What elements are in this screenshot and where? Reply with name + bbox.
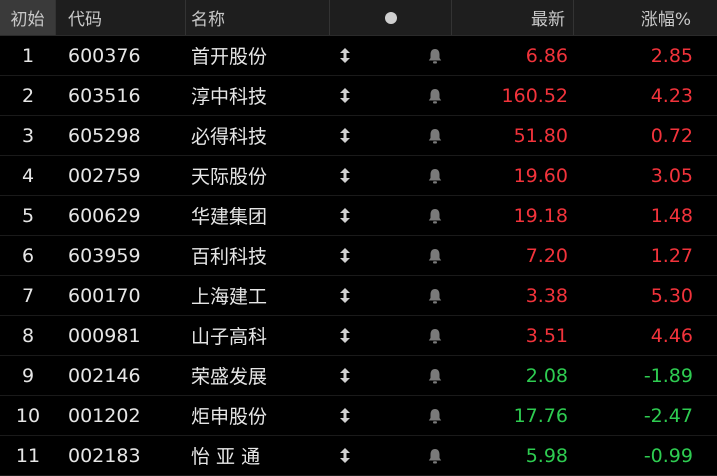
- sort-updown-icon[interactable]: [330, 116, 360, 155]
- row-price: 51.80: [513, 124, 568, 147]
- header-pct[interactable]: 涨幅%: [574, 0, 717, 35]
- row-index: 10: [15, 404, 41, 427]
- row-name: 怡 亚 通: [191, 446, 261, 468]
- table-header: 初始 代码 名称 最新 涨幅%: [0, 0, 717, 36]
- row-code: 001202: [68, 404, 141, 427]
- row-pct: 4.23: [650, 84, 693, 107]
- row-pct: 2.85: [650, 44, 693, 67]
- table-row[interactable]: 7 600170 上海建工 3.38 5.30: [0, 276, 717, 316]
- sort-updown-icon[interactable]: [330, 156, 360, 195]
- row-code: 002759: [68, 164, 141, 187]
- row-code: 605298: [68, 124, 141, 147]
- row-index: 2: [21, 84, 35, 107]
- row-price: 19.60: [513, 164, 568, 187]
- header-price[interactable]: 最新: [452, 0, 574, 35]
- row-name: 山子高科: [191, 326, 268, 348]
- row-name: 首开股份: [191, 46, 268, 68]
- row-name: 天际股份: [191, 166, 268, 188]
- sort-updown-icon[interactable]: [330, 356, 360, 395]
- row-pct: 3.05: [650, 164, 693, 187]
- bell-icon[interactable]: [420, 76, 450, 115]
- table-row[interactable]: 11 002183 怡 亚 通 5.98 -0.99: [0, 436, 717, 476]
- row-code: 002183: [68, 444, 141, 467]
- row-index: 9: [21, 364, 35, 387]
- table-row[interactable]: 6 603959 百利科技 7.20 1.27: [0, 236, 717, 276]
- table-row[interactable]: 8 000981 山子高科 3.51 4.46: [0, 316, 717, 356]
- row-pct: -0.99: [643, 444, 693, 467]
- row-index: 6: [21, 244, 35, 267]
- row-index: 8: [21, 324, 35, 347]
- table-row[interactable]: 4 002759 天际股份 19.60 3.05: [0, 156, 717, 196]
- bell-icon[interactable]: [420, 156, 450, 195]
- row-pct: -2.47: [643, 404, 693, 427]
- sort-updown-icon[interactable]: [330, 316, 360, 355]
- row-pct: 0.72: [650, 124, 693, 147]
- row-index: 11: [15, 444, 41, 467]
- row-price: 7.20: [525, 244, 568, 267]
- bell-icon[interactable]: [420, 36, 450, 75]
- bell-icon[interactable]: [420, 276, 450, 315]
- header-name[interactable]: 名称: [186, 0, 330, 35]
- sort-updown-icon[interactable]: [330, 76, 360, 115]
- row-price: 3.38: [525, 284, 568, 307]
- row-pct: -1.89: [643, 364, 693, 387]
- row-price: 5.98: [525, 444, 568, 467]
- table-row[interactable]: 3 605298 必得科技 51.80 0.72: [0, 116, 717, 156]
- stock-table: 初始 代码 名称 最新 涨幅% 1 600376 首开股份 6.86 2.85 …: [0, 0, 717, 476]
- row-index: 1: [21, 44, 35, 67]
- row-name: 百利科技: [191, 246, 268, 268]
- sort-updown-icon[interactable]: [330, 36, 360, 75]
- row-price: 160.52: [501, 84, 568, 107]
- sort-updown-icon[interactable]: [330, 436, 360, 475]
- bell-icon[interactable]: [420, 116, 450, 155]
- bell-icon[interactable]: [420, 236, 450, 275]
- table-row[interactable]: 9 002146 荣盛发展 2.08 -1.89: [0, 356, 717, 396]
- row-price: 6.86: [525, 44, 568, 67]
- table-body: 1 600376 首开股份 6.86 2.85 2 603516 淳中科技 16…: [0, 36, 717, 476]
- sort-updown-icon[interactable]: [330, 196, 360, 235]
- sort-updown-icon[interactable]: [330, 236, 360, 275]
- row-name: 必得科技: [191, 126, 268, 148]
- header-index[interactable]: 初始: [0, 0, 56, 35]
- row-price: 19.18: [513, 204, 568, 227]
- sort-updown-icon[interactable]: [330, 396, 360, 435]
- row-pct: 1.48: [650, 204, 693, 227]
- row-name: 淳中科技: [191, 86, 268, 108]
- bell-icon[interactable]: [420, 356, 450, 395]
- row-index: 3: [21, 124, 35, 147]
- row-code: 600376: [68, 44, 141, 67]
- dot-icon: [384, 11, 397, 24]
- row-price: 2.08: [525, 364, 568, 387]
- table-row[interactable]: 5 600629 华建集团 19.18 1.48: [0, 196, 717, 236]
- row-name: 华建集团: [191, 206, 268, 228]
- header-dot[interactable]: [330, 0, 452, 35]
- row-pct: 5.30: [650, 284, 693, 307]
- header-code[interactable]: 代码: [56, 0, 186, 35]
- row-code: 603959: [68, 244, 141, 267]
- row-code: 603516: [68, 84, 141, 107]
- bell-icon[interactable]: [420, 316, 450, 355]
- table-row[interactable]: 1 600376 首开股份 6.86 2.85: [0, 36, 717, 76]
- row-pct: 4.46: [650, 324, 693, 347]
- row-price: 17.76: [513, 404, 568, 427]
- sort-updown-icon[interactable]: [330, 276, 360, 315]
- bell-icon[interactable]: [420, 436, 450, 475]
- row-name: 炬申股份: [191, 406, 268, 428]
- table-row[interactable]: 10 001202 炬申股份 17.76 -2.47: [0, 396, 717, 436]
- row-name: 上海建工: [191, 286, 268, 308]
- row-pct: 1.27: [650, 244, 693, 267]
- row-code: 600629: [68, 204, 141, 227]
- row-name: 荣盛发展: [191, 366, 268, 388]
- row-price: 3.51: [525, 324, 568, 347]
- row-code: 000981: [68, 324, 141, 347]
- bell-icon[interactable]: [420, 396, 450, 435]
- bell-icon[interactable]: [420, 196, 450, 235]
- row-code: 002146: [68, 364, 141, 387]
- row-index: 7: [21, 284, 35, 307]
- row-index: 5: [21, 204, 35, 227]
- row-code: 600170: [68, 284, 141, 307]
- row-index: 4: [21, 164, 35, 187]
- table-row[interactable]: 2 603516 淳中科技 160.52 4.23: [0, 76, 717, 116]
